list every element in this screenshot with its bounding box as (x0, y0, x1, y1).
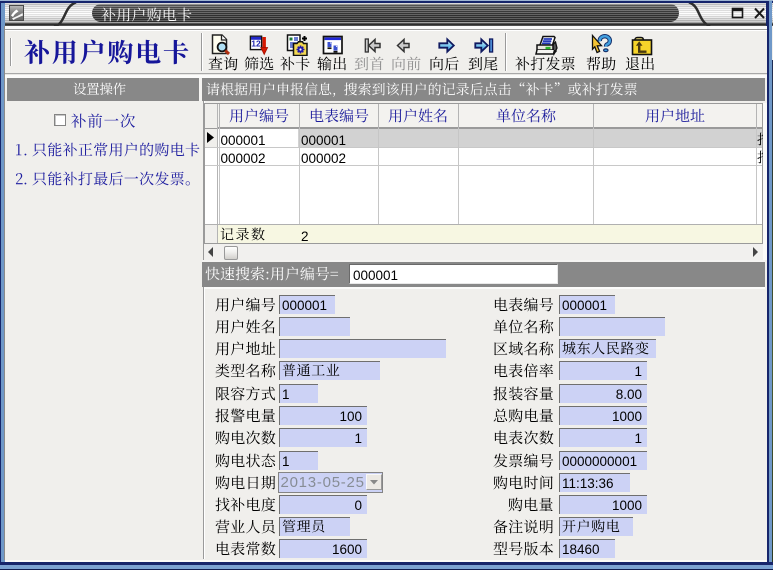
svg-text:12: 12 (251, 39, 261, 49)
